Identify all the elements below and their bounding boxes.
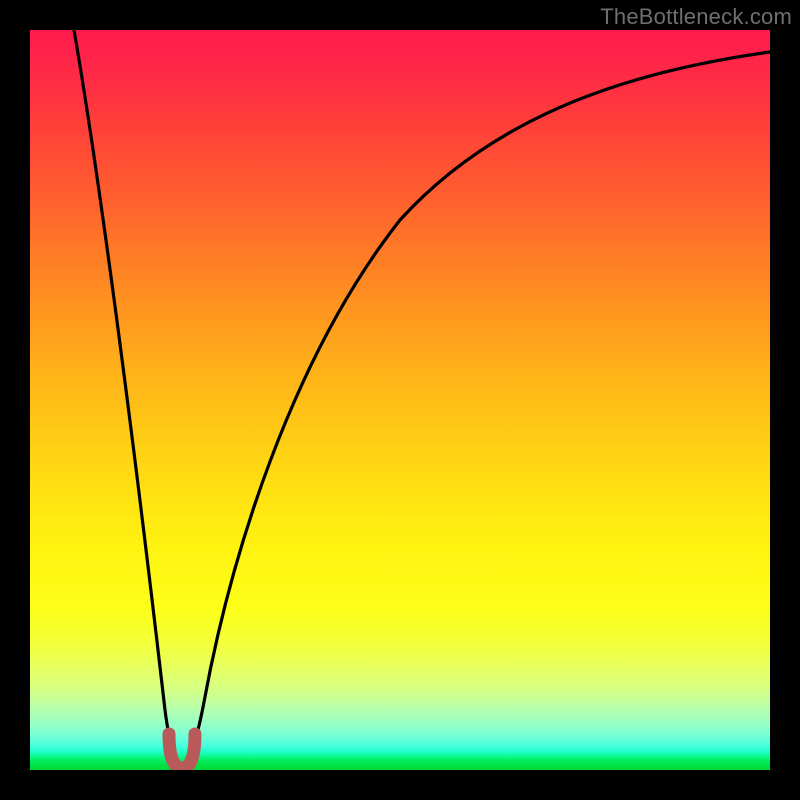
plot-area: [30, 30, 770, 770]
bottleneck-curve: [74, 30, 770, 766]
valley-marker-icon: [169, 734, 195, 768]
chart-frame: TheBottleneck.com: [0, 0, 800, 800]
curve-layer: [30, 30, 770, 770]
watermark-text: TheBottleneck.com: [600, 4, 792, 30]
